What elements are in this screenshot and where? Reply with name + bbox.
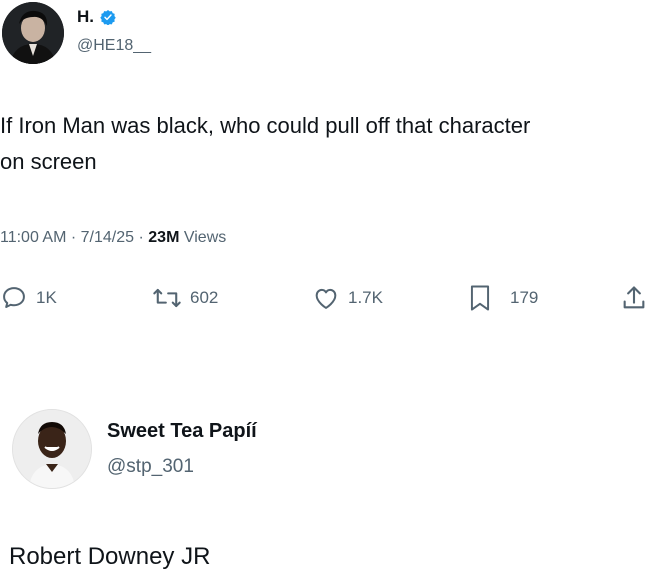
bookmark-count: 179 [510,288,539,307]
views-label: Views [183,229,227,246]
tweet-time[interactable]: 11:00 AM [0,229,66,246]
share-icon [620,284,648,312]
reply-button[interactable]: 1K [0,282,57,314]
tweet-text-line-2: on screen [0,149,97,174]
reply-text: Robert Downey JR [9,543,211,570]
like-count: 1.7K [348,288,383,307]
author-name[interactable]: H. [77,7,94,27]
like-button[interactable]: 1.7K [312,282,383,314]
retweet-icon [152,284,182,312]
author-avatar[interactable] [2,2,64,64]
reply-author-handle[interactable]: @stp_301 [107,456,194,478]
reply-icon [0,284,28,312]
retweet-count: 602 [190,288,219,307]
reply-count: 1K [36,288,57,307]
meta-separator: · [138,229,144,246]
bookmark-button[interactable]: 179 [466,282,538,314]
verified-badge-icon [100,9,116,26]
tweet-meta: 11:00 AM · 7/14/25 · 23M Views [0,229,226,247]
author-handle[interactable]: @HE18__ [77,37,151,55]
tweet-text: If Iron Man was black, who could pull of… [0,108,650,180]
retweet-button[interactable]: 602 [152,282,218,314]
tweet-date[interactable]: 7/14/25 [81,229,134,246]
heart-icon [312,284,340,312]
views-count: 23M [148,229,180,246]
reply-author-name[interactable]: Sweet Tea Papíí [107,420,257,443]
tweet-text-line-1: If Iron Man was black, who could pull of… [0,113,531,138]
reply-author-avatar[interactable] [12,409,92,489]
bookmark-icon [466,283,494,313]
share-button[interactable] [620,282,648,314]
author-name-row[interactable]: H. [77,7,116,27]
meta-separator: · [70,229,77,246]
